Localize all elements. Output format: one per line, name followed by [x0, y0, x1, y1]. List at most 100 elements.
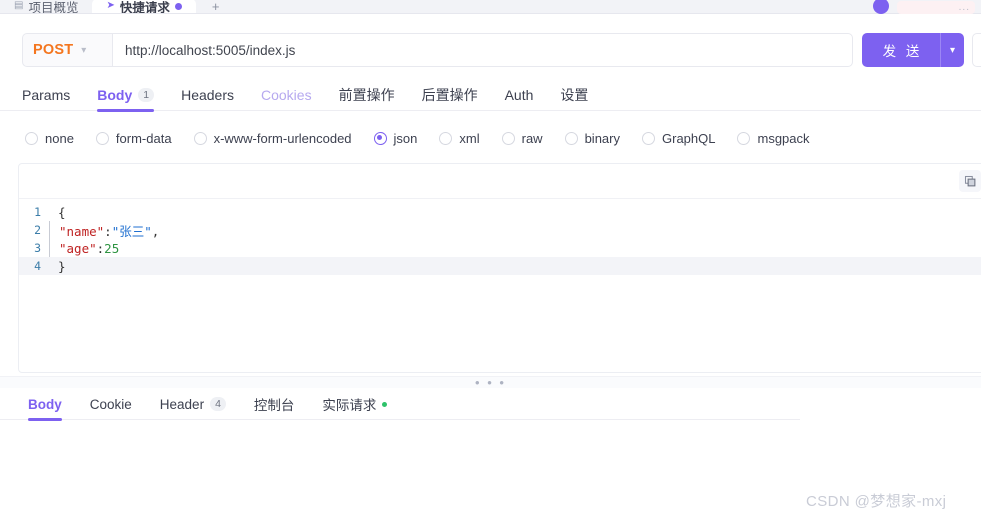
window-tab-project-overview[interactable]: ▤ 项目概览 [0, 0, 93, 14]
body-type-radio-group: none form-data x-www-form-urlencoded jso… [0, 123, 981, 153]
radio-graphql[interactable]: GraphQL [642, 131, 715, 146]
json-colon: : [104, 223, 112, 239]
status-dot-icon [382, 401, 388, 407]
json-key: "name" [59, 223, 105, 239]
radio-circle-selected-icon [373, 131, 387, 145]
line-number: 3 [34, 241, 41, 255]
json-string: "张三" [111, 223, 152, 239]
tab-label: 控制台 [253, 398, 295, 413]
new-tab-button[interactable]: + [195, 0, 236, 13]
tab-label: Headers [181, 87, 234, 103]
window-tab-label: 项目概览 [28, 0, 79, 14]
radio-circle-icon [439, 131, 453, 145]
json-number: 25 [104, 240, 120, 256]
panel-splitter-handle[interactable]: • • • [0, 376, 981, 389]
send-triangle-icon: ➤ [106, 0, 115, 11]
save-request-button[interactable] [972, 33, 981, 67]
radio-label: none [45, 130, 74, 146]
avatar[interactable] [873, 0, 889, 14]
tab-settings[interactable]: 设置 [560, 80, 588, 111]
radio-circle-icon [193, 131, 207, 145]
tab-label: Body [97, 87, 133, 103]
tab-headers[interactable]: Headers [181, 80, 234, 111]
radio-label: binary [584, 130, 620, 146]
tab-label: Params [22, 87, 71, 103]
line-text: { [58, 204, 66, 220]
radio-circle-icon [564, 131, 578, 145]
layout-icon: ▤ [14, 0, 24, 11]
request-tabs: Params Body 1 Headers Cookies 前置操作 后置操作 … [0, 80, 981, 112]
watermark: CSDN @梦想家-mxj [806, 493, 947, 510]
copy-icon[interactable] [959, 170, 981, 192]
radio-label: GraphQL [662, 130, 716, 146]
method-label: POST [33, 42, 74, 58]
radio-xml[interactable]: xml [439, 130, 480, 146]
radio-circle-icon [25, 131, 38, 145]
plus-icon: + [211, 0, 220, 13]
tab-label: Cookie [89, 396, 132, 412]
method-selector[interactable]: POST ▾ [22, 33, 112, 67]
response-tab-header[interactable]: Header 4 [160, 389, 226, 420]
response-tab-body[interactable]: Body [28, 389, 62, 421]
tab-cookies[interactable]: Cookies [261, 80, 312, 111]
tab-badge: 1 [138, 88, 155, 102]
window-tab-strip: ▤ 项目概览 ➤ 快捷请求 + ... [0, 0, 981, 14]
line-number: 1 [34, 205, 41, 219]
radio-raw[interactable]: raw [501, 131, 543, 146]
response-tab-console[interactable]: 控制台 [254, 389, 295, 420]
json-key: "age" [59, 240, 97, 256]
response-tab-actual-request[interactable]: 实际请求 [322, 389, 388, 420]
radio-x-www-form-urlencoded[interactable]: x-www-form-urlencoded [193, 131, 352, 146]
chevron-down-icon: ▾ [81, 44, 87, 56]
radio-json[interactable]: json [373, 130, 418, 146]
window-top-right: ... [873, 0, 981, 14]
code-line: 3 "age":25 [19, 239, 981, 257]
window-controls[interactable]: ... [897, 0, 975, 14]
radio-label: json [393, 130, 418, 146]
response-tab-cookie[interactable]: Cookie [90, 389, 132, 420]
tab-params[interactable]: Params [22, 80, 70, 111]
window-tab-quick-request[interactable]: ➤ 快捷请求 [92, 0, 196, 14]
line-text: "name":"张三", [50, 221, 159, 240]
tab-badge: 4 [210, 397, 226, 411]
line-number: 4 [34, 259, 41, 273]
request-url-row: POST ▾ http://localhost:5005/index.js [22, 33, 853, 67]
radio-circle-icon [642, 131, 655, 145]
editor-code-area[interactable]: 1 { 2 "name":"张三", 3 "age":25 4 } [19, 199, 981, 275]
radio-form-data[interactable]: form-data [95, 130, 172, 146]
send-button[interactable]: 发 送 [862, 33, 940, 67]
radio-binary[interactable]: binary [564, 130, 620, 146]
editor-toolbar [19, 164, 981, 199]
send-options-chevron-down-icon[interactable]: ▾ [940, 33, 964, 67]
tab-label: Auth [504, 87, 534, 103]
tab-post-request[interactable]: 后置操作 [422, 80, 478, 111]
code-line: 1 { [19, 203, 981, 221]
tab-label: 后置操作 [421, 87, 478, 103]
line-text: } [58, 258, 66, 274]
response-tabs: Body Cookie Header 4 控制台 实际请求 [0, 389, 800, 421]
url-input-wrapper[interactable]: http://localhost:5005/index.js [112, 33, 853, 67]
radio-none[interactable]: none [25, 131, 74, 146]
unsaved-dot-icon [174, 2, 182, 10]
tab-label: 实际请求 [322, 398, 377, 413]
code-line: 4 } [19, 257, 981, 275]
send-button-group: 发 送 ▾ [862, 33, 964, 67]
tab-pre-request[interactable]: 前置操作 [339, 80, 395, 111]
json-comma: , [151, 223, 160, 239]
radio-msgpack[interactable]: msgpack [737, 130, 810, 146]
radio-label: msgpack [757, 130, 810, 146]
radio-label: xml [459, 130, 480, 146]
radio-circle-icon [501, 131, 515, 145]
line-number: 2 [34, 223, 41, 237]
window-tab-label: 快捷请求 [119, 0, 170, 14]
request-body-editor[interactable]: 1 { 2 "name":"张三", 3 "age":25 4 } [18, 163, 981, 373]
url-input[interactable]: http://localhost:5005/index.js [125, 43, 295, 58]
code-line: 2 "name":"张三", [19, 221, 981, 239]
radio-label: form-data [115, 130, 172, 146]
tab-auth[interactable]: Auth [505, 80, 534, 111]
tab-body[interactable]: Body 1 [97, 80, 155, 112]
tab-label: Header [159, 396, 205, 412]
api-client-window: ▤ 项目概览 ➤ 快捷请求 + ... POST ▾ http://localh… [0, 0, 981, 521]
radio-circle-icon [737, 131, 751, 145]
tab-label: Body [28, 396, 62, 412]
